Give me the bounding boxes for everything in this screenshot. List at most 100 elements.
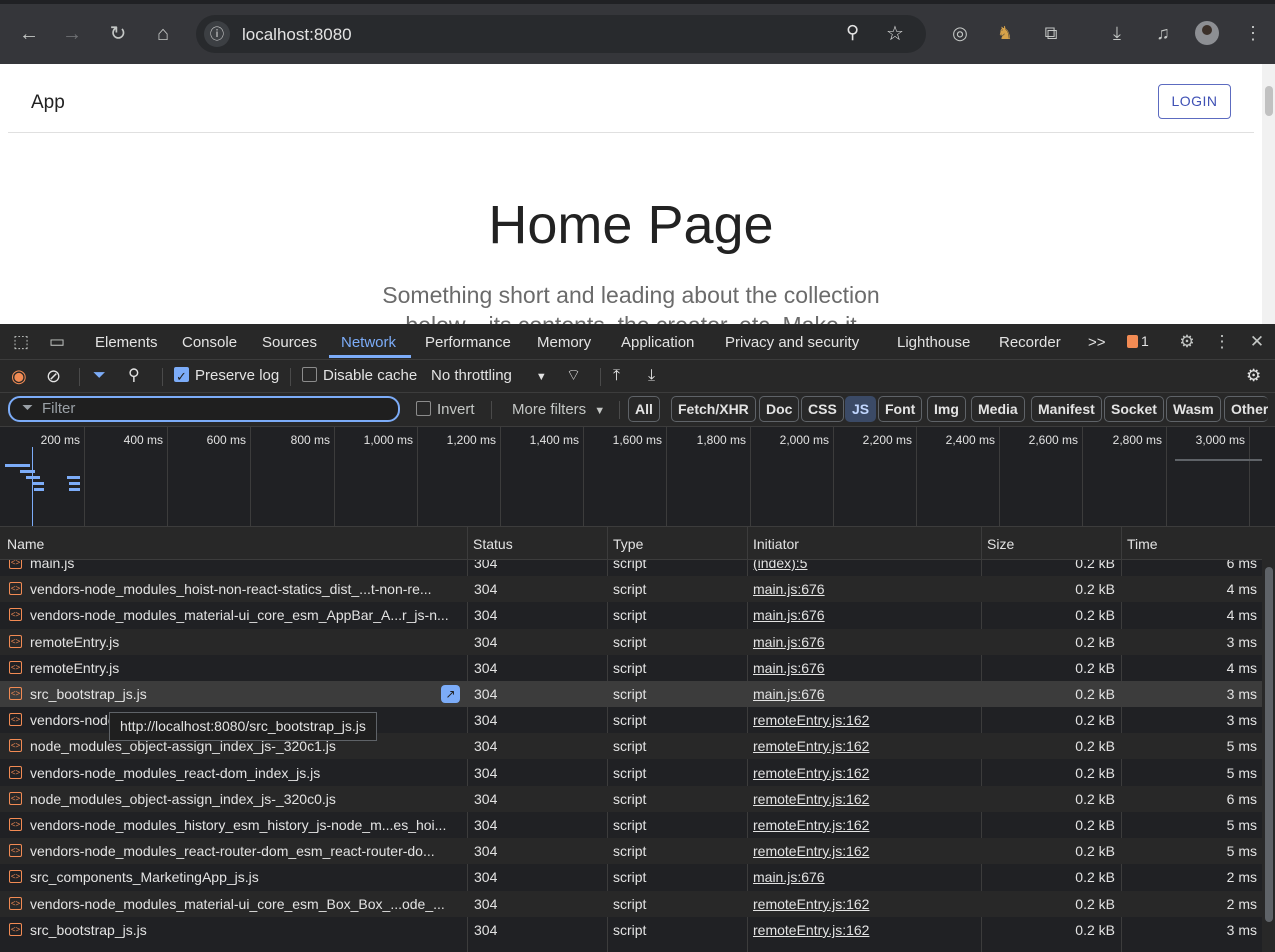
table-row[interactable]: <> src_bootstrap_js.js 304 script remoteEntr… bbox=[0, 917, 1262, 943]
checkbox-unchecked[interactable] bbox=[302, 367, 317, 382]
open-in-sources-icon[interactable]: ↗ bbox=[441, 685, 460, 703]
table-row[interactable]: <> vendors-node_modules_react-dom_index_j… bbox=[0, 760, 1262, 786]
table-row[interactable]: <> node_modules_object-assign_index_js-_3… bbox=[0, 786, 1262, 812]
request-name[interactable]: main.js bbox=[30, 560, 462, 571]
filter-type-img[interactable]: Img bbox=[927, 396, 966, 422]
network-settings-icon[interactable]: ⚙ bbox=[1246, 364, 1266, 388]
tab-lighthouse[interactable]: Lighthouse bbox=[897, 334, 970, 351]
request-name[interactable]: vendors-node_modules_react-router-dom_es… bbox=[30, 843, 462, 859]
filter-type-css[interactable]: CSS bbox=[801, 396, 844, 422]
request-initiator-link[interactable]: main.js:676 bbox=[753, 660, 825, 676]
request-initiator-link[interactable]: main.js:676 bbox=[753, 634, 825, 650]
network-overview-timeline[interactable]: 200 ms 400 ms 600 ms 800 ms 1,000 ms 1,200 ms… bbox=[0, 427, 1275, 527]
tab-sources[interactable]: Sources bbox=[262, 334, 317, 351]
preserve-log-checkbox[interactable]: Preserve log bbox=[174, 364, 279, 389]
request-initiator-link[interactable]: remoteEntry.js:162 bbox=[753, 896, 869, 912]
extension-llama-icon[interactable]: ♞ bbox=[992, 20, 1018, 46]
filter-type-other[interactable]: Other bbox=[1224, 396, 1268, 422]
home-icon[interactable]: ⌂ bbox=[149, 20, 177, 48]
table-row[interactable]: <> vendors-node_modules_material-ui_core_… bbox=[0, 891, 1262, 917]
table-row[interactable]: <> src_components_MarketingApp_js.js 304 sc… bbox=[0, 864, 1262, 890]
request-name[interactable]: vendors-node_modules_hoist-non-react-sta… bbox=[30, 581, 462, 597]
request-initiator-link[interactable]: remoteEntry.js:162 bbox=[753, 738, 869, 754]
request-initiator-link[interactable]: main.js:676 bbox=[753, 869, 825, 885]
table-row[interactable]: <> src_bootstrap_js.js 304 script main.js:67… bbox=[0, 681, 1262, 707]
request-name[interactable]: remoteEntry.js bbox=[30, 634, 462, 650]
request-name[interactable]: vendors-node_modules_react-dom_index_js.… bbox=[30, 765, 462, 781]
invert-checkbox[interactable]: Invert bbox=[416, 398, 475, 422]
extensions-puzzle-icon[interactable]: ⧉ bbox=[1038, 20, 1064, 46]
column-type[interactable]: Type bbox=[613, 536, 643, 552]
address-bar[interactable]: ⓘ localhost:8080 ⚲ ☆ bbox=[196, 15, 926, 53]
table-row[interactable]: <> remoteEntry.js 304 script main.js:676 0.2 … bbox=[0, 629, 1262, 655]
throttling-select[interactable]: No throttling ▼ bbox=[431, 364, 547, 388]
table-row[interactable]: <> remoteEntry.js 304 script main.js:676 0.2 … bbox=[0, 655, 1262, 681]
table-scrollbar[interactable] bbox=[1262, 527, 1275, 952]
filter-type-socket[interactable]: Socket bbox=[1104, 396, 1164, 422]
tab-application[interactable]: Application bbox=[621, 334, 694, 351]
request-name[interactable]: remoteEntry.js bbox=[30, 660, 462, 676]
request-name[interactable]: src_components_MarketingApp_js.js bbox=[30, 869, 462, 885]
request-initiator-link[interactable]: main.js:676 bbox=[753, 607, 825, 623]
request-name[interactable]: vendors-node_modules_material-ui_core_es… bbox=[30, 607, 462, 623]
close-icon[interactable]: ✕ bbox=[1245, 330, 1269, 354]
filter-type-wasm[interactable]: Wasm bbox=[1166, 396, 1221, 422]
profile-avatar[interactable] bbox=[1195, 21, 1219, 45]
filter-type-all[interactable]: All bbox=[628, 396, 660, 422]
media-controls-icon[interactable]: ♫ bbox=[1150, 20, 1176, 46]
reload-icon[interactable]: ↻ bbox=[104, 20, 132, 48]
request-name[interactable]: vendors-node_modules_history_esm_history… bbox=[30, 817, 462, 833]
chrome-menu-icon[interactable]: ⋮ bbox=[1240, 20, 1266, 46]
column-name[interactable]: Name bbox=[7, 536, 44, 552]
filter-type-media[interactable]: Media bbox=[971, 396, 1025, 422]
inspect-element-icon[interactable]: ⬚ bbox=[9, 330, 33, 354]
clear-icon[interactable]: ⊘ bbox=[46, 364, 66, 388]
tab-memory[interactable]: Memory bbox=[537, 334, 591, 351]
request-initiator-link[interactable]: remoteEntry.js:162 bbox=[753, 843, 869, 859]
record-stop-icon[interactable]: ◉ bbox=[11, 364, 31, 388]
url-text[interactable]: localhost:8080 bbox=[242, 25, 352, 45]
more-filters-dropdown[interactable]: More filters ▼ bbox=[512, 398, 605, 422]
tab-recorder[interactable]: Recorder bbox=[999, 334, 1061, 351]
tab-network[interactable]: Network bbox=[341, 334, 396, 351]
checkbox-checked[interactable] bbox=[174, 365, 189, 389]
column-size[interactable]: Size bbox=[987, 536, 1014, 552]
search-icon[interactable]: ⚲ bbox=[128, 364, 148, 388]
tab-performance[interactable]: Performance bbox=[425, 334, 511, 351]
table-row[interactable]: <> main.js 304 script (index):5 0.2 kB 6 ms bbox=[0, 560, 1262, 576]
scrollbar-thumb[interactable] bbox=[1265, 86, 1273, 116]
forward-icon[interactable]: → bbox=[58, 20, 86, 48]
request-initiator-link[interactable]: remoteEntry.js:162 bbox=[753, 817, 869, 833]
column-status[interactable]: Status bbox=[473, 536, 513, 552]
export-har-icon[interactable]: ⤓ bbox=[648, 364, 668, 388]
request-initiator-link[interactable]: remoteEntry.js:162 bbox=[753, 712, 869, 728]
settings-gear-icon[interactable]: ⚙ bbox=[1175, 330, 1199, 354]
import-har-icon[interactable]: ⤒ bbox=[613, 364, 633, 388]
network-conditions-icon[interactable]: ⌔ bbox=[566, 364, 588, 388]
tab-privacy-security[interactable]: Privacy and security bbox=[725, 334, 859, 351]
devtools-menu-icon[interactable]: ⋮ bbox=[1210, 330, 1234, 354]
back-icon[interactable]: ← bbox=[15, 20, 43, 48]
filter-type-js[interactable]: JS bbox=[845, 396, 877, 422]
column-time[interactable]: Time bbox=[1127, 536, 1158, 552]
scrollbar-thumb[interactable] bbox=[1265, 567, 1273, 922]
tab-elements[interactable]: Elements bbox=[95, 334, 158, 351]
table-row[interactable]: <> vendors-node_modules_hoist-non-react-s… bbox=[0, 576, 1262, 602]
request-name[interactable]: src_bootstrap_js.js bbox=[30, 922, 462, 938]
issues-badge[interactable]: 1 bbox=[1127, 333, 1149, 349]
downloads-icon[interactable]: ⤓ bbox=[1104, 20, 1130, 46]
request-initiator-link[interactable]: remoteEntry.js:162 bbox=[753, 922, 869, 938]
disable-cache-checkbox[interactable]: Disable cache bbox=[302, 364, 417, 388]
page-scrollbar[interactable] bbox=[1262, 64, 1275, 324]
checkbox-unchecked[interactable] bbox=[416, 401, 431, 416]
filter-type-manifest[interactable]: Manifest bbox=[1031, 396, 1102, 422]
filter-type-font[interactable]: Font bbox=[878, 396, 923, 422]
request-initiator-link[interactable]: remoteEntry.js:162 bbox=[753, 791, 869, 807]
column-initiator[interactable]: Initiator bbox=[753, 536, 799, 552]
device-toolbar-icon[interactable]: ▭ bbox=[45, 330, 69, 354]
request-name[interactable]: vendors-node_modules_material-ui_core_es… bbox=[30, 896, 462, 912]
request-name[interactable]: src_bootstrap_js.js bbox=[30, 686, 462, 702]
zoom-icon[interactable]: ⚲ bbox=[846, 22, 859, 43]
request-initiator-link[interactable]: (index):5 bbox=[753, 560, 807, 571]
tab-console[interactable]: Console bbox=[182, 334, 237, 351]
